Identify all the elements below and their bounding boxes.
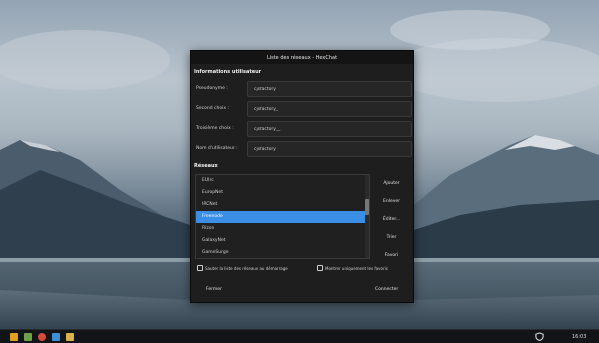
nickname-label: Pseudonyme : bbox=[196, 86, 228, 91]
username-row: Nom d'utilisateur : bbox=[194, 141, 412, 157]
favorites-only-label: Montrer uniquement les favoris bbox=[325, 265, 388, 271]
browser-icon[interactable] bbox=[38, 333, 46, 341]
remove-button[interactable]: Enlever bbox=[374, 195, 409, 208]
nickname-row: Pseudonyme : bbox=[194, 81, 412, 97]
list-item[interactable]: GameSurge bbox=[196, 247, 366, 258]
shield-icon[interactable] bbox=[535, 332, 544, 341]
connect-button[interactable]: Connecter bbox=[375, 287, 398, 292]
second-choice-row: Second choix : bbox=[194, 101, 412, 117]
username-input[interactable] bbox=[247, 141, 412, 157]
clock[interactable]: 16:03 bbox=[572, 334, 586, 340]
taskbar: 16:03 bbox=[0, 329, 599, 343]
favorites-only-checkbox[interactable] bbox=[317, 265, 323, 271]
list-scrollbar[interactable] bbox=[365, 175, 369, 258]
desktop-wallpaper: Liste des réseaux - HexChat Informations… bbox=[0, 0, 599, 329]
list-item-selected[interactable]: Freenode bbox=[196, 211, 366, 223]
edit-button[interactable]: Éditer... bbox=[374, 213, 409, 226]
third-choice-row: Troisième choix : bbox=[194, 121, 412, 137]
network-list[interactable]: EUIrc EuropNet IRCNet Freenode Rizon Gal… bbox=[195, 174, 370, 259]
scrollbar-thumb[interactable] bbox=[365, 199, 369, 215]
favorites-only-option[interactable]: Montrer uniquement les favoris bbox=[317, 265, 388, 271]
skip-on-startup-label: Sauter la liste des réseaux au démarrage bbox=[205, 265, 288, 271]
dialog-title: Liste des réseaux - HexChat bbox=[266, 54, 338, 61]
list-item[interactable]: GalaxyNet bbox=[196, 235, 366, 247]
sort-button[interactable]: Trier bbox=[374, 231, 409, 244]
second-choice-label: Second choix : bbox=[196, 106, 229, 111]
notes-icon[interactable] bbox=[66, 333, 74, 341]
third-choice-label: Troisième choix : bbox=[196, 126, 234, 131]
list-item[interactable]: Rizon bbox=[196, 223, 366, 235]
add-button[interactable]: Ajouter bbox=[374, 177, 409, 190]
files-icon[interactable] bbox=[24, 333, 32, 341]
dialog-titlebar[interactable]: Liste des réseaux - HexChat bbox=[191, 51, 413, 64]
list-item[interactable]: IRCNet bbox=[196, 199, 366, 211]
skip-on-startup-checkbox[interactable] bbox=[197, 265, 203, 271]
menu-icon[interactable] bbox=[10, 333, 18, 341]
chat-icon[interactable] bbox=[52, 333, 60, 341]
nickname-input[interactable] bbox=[247, 81, 412, 97]
list-item[interactable]: EUIrc bbox=[196, 175, 366, 187]
favorite-button[interactable]: Favori bbox=[374, 249, 409, 262]
close-button[interactable]: Fermer bbox=[206, 287, 222, 292]
networks-heading: Réseaux bbox=[194, 163, 218, 169]
network-list-dialog: Liste des réseaux - HexChat Informations… bbox=[190, 50, 414, 303]
list-item[interactable]: EuropNet bbox=[196, 187, 366, 199]
username-label: Nom d'utilisateur : bbox=[196, 146, 238, 151]
skip-on-startup-option[interactable]: Sauter la liste des réseaux au démarrage bbox=[197, 265, 288, 271]
third-choice-input[interactable] bbox=[247, 121, 412, 137]
second-choice-input[interactable] bbox=[247, 101, 412, 117]
user-info-heading: Informations utilisateur bbox=[194, 69, 262, 75]
